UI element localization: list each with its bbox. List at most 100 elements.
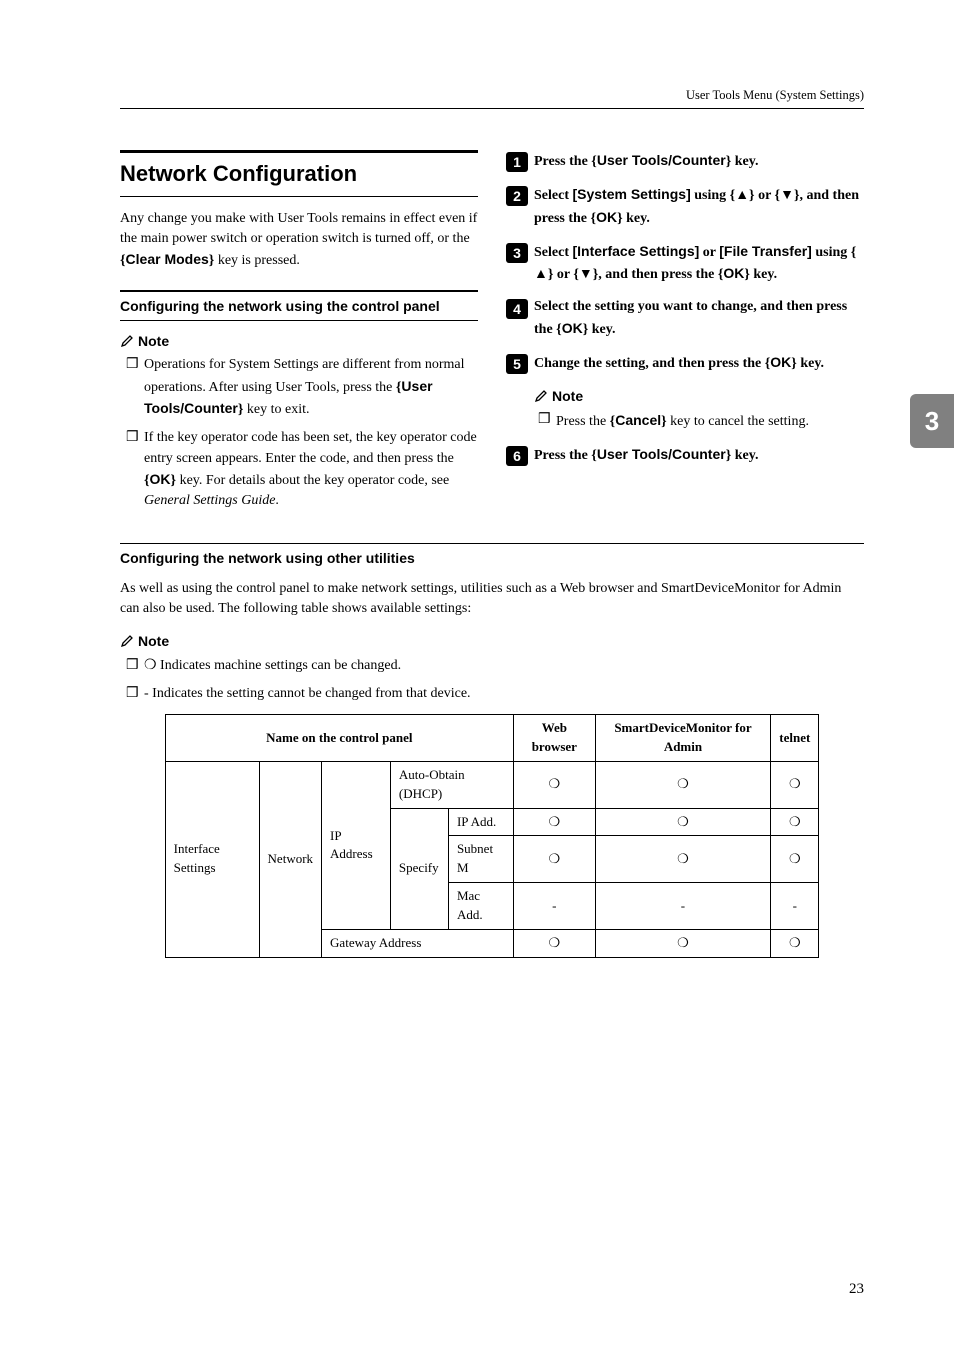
s3-b1: [Interface Settings] — [572, 243, 699, 259]
page-number: 23 — [849, 1279, 864, 1301]
down-arrow-icon-2: ▼ — [579, 263, 593, 283]
intro-paragraph: Any change you make with User Tools rema… — [120, 209, 478, 272]
note1-text2: key to exit. — [243, 402, 309, 417]
s5-ok: OK — [770, 354, 791, 370]
s6-t2: key. — [731, 448, 758, 463]
s2-ok: OK — [596, 209, 617, 225]
th-web: Web browser — [514, 715, 596, 762]
r5-web: ❍ — [514, 929, 596, 957]
s3-t1: Select — [534, 245, 572, 260]
lower-note-label: Note — [138, 633, 169, 649]
s2-t5: key. — [623, 211, 650, 226]
r2-sdm: ❍ — [595, 808, 771, 836]
r1-tel: ❍ — [771, 761, 819, 808]
down-arrow-icon: ▼ — [780, 184, 794, 204]
cell-ipadd: IP Add. — [448, 808, 513, 836]
lower-note-2: ❒- Indicates the setting cannot be chang… — [120, 684, 864, 704]
up-arrow-icon-2: ▲ — [534, 263, 548, 283]
lower-note-1: ❒❍ Indicates machine settings can be cha… — [120, 656, 864, 676]
intro-text-1: Any change you make with User Tools rema… — [120, 211, 477, 246]
step-1: 1 Press the {User Tools/Counter} key. — [506, 150, 864, 172]
s3-t6: key. — [750, 267, 777, 282]
r1-web: ❍ — [514, 761, 596, 808]
th-sdm: SmartDeviceMonitor for Admin — [595, 715, 771, 762]
note-item-2: ❒ If the key operator code has been set,… — [120, 428, 478, 511]
cell-spec: Specify — [390, 808, 448, 929]
note2-text2: key. For details about the key operator … — [176, 473, 449, 488]
lower-note-head: Note — [120, 631, 864, 651]
s5n-t2: key to cancel the setting. — [667, 414, 809, 429]
cell-iface: Interface Settings — [165, 761, 259, 957]
pencil-icon-2 — [534, 389, 548, 403]
cell-ip: IP Address — [322, 761, 391, 929]
r3-sdm: ❍ — [595, 836, 771, 883]
step5-note: Note ❒ Press the {Cancel} key to cancel … — [534, 386, 864, 432]
lower-para: As well as using the control panel to ma… — [120, 579, 864, 620]
step-6: 6 Press the {User Tools/Counter} key. — [506, 444, 864, 466]
r3-tel: ❍ — [771, 836, 819, 883]
guide-ref: General Settings Guide — [144, 493, 275, 508]
s5-t2: key. — [797, 356, 824, 371]
step-2: 2 Select [System Settings] using {▲} or … — [506, 184, 864, 229]
table-row: Interface Settings Network IP Address Au… — [165, 761, 819, 808]
step-num-3: 3 — [506, 243, 528, 263]
s2-t1: Select — [534, 188, 572, 203]
cell-gw: Gateway Address — [322, 929, 514, 957]
s3-t2: or — [699, 245, 719, 260]
intro-text-2: key is pressed. — [214, 253, 300, 268]
s2-t2: using — [691, 188, 730, 203]
r1-sdm: ❍ — [595, 761, 771, 808]
step-3: 3 Select [Interface Settings] or [File T… — [506, 241, 864, 286]
cell-net: Network — [259, 761, 322, 957]
subsection-title: Configuring the network using the contro… — [120, 290, 478, 321]
s3-b2: [File Transfer] — [719, 243, 812, 259]
right-column: 1 Press the {User Tools/Counter} key. 2 … — [506, 150, 864, 519]
section-title: Network Configuration — [120, 150, 478, 197]
step-num-1: 1 — [506, 152, 528, 172]
step-num-2: 2 — [506, 186, 528, 206]
ln2: - Indicates the setting cannot be change… — [144, 684, 864, 704]
s4-t2: key. — [588, 322, 615, 337]
pencil-icon-3 — [120, 634, 134, 648]
r5-tel: ❍ — [771, 929, 819, 957]
cell-auto: Auto-Obtain (DHCP) — [390, 761, 513, 808]
lower-subtitle: Configuring the network using other util… — [120, 543, 864, 568]
cell-mac: Mac Add. — [448, 883, 513, 930]
s5-t1: Change the setting, and then press the — [534, 356, 765, 371]
left-column: Network Configuration Any change you mak… — [120, 150, 478, 519]
s2-bold: [System Settings] — [572, 186, 690, 202]
r4-tel: - — [771, 883, 819, 930]
r5-sdm: ❍ — [595, 929, 771, 957]
note2-text1: If the key operator code has been set, t… — [144, 430, 477, 465]
note-list: ❒ Operations for System Settings are dif… — [120, 355, 478, 511]
step-num-5: 5 — [506, 354, 528, 374]
s3-t4: or — [553, 267, 573, 282]
step-num-6: 6 — [506, 446, 528, 466]
s3-ok: OK — [723, 265, 744, 281]
step-num-4: 4 — [506, 299, 528, 319]
s1-key: User Tools/Counter — [597, 152, 726, 168]
s1-t1: Press the — [534, 154, 591, 169]
running-header: User Tools Menu (System Settings) — [686, 86, 864, 104]
s3-t5: , and then press the — [598, 267, 718, 282]
cancel-key: Cancel — [615, 412, 661, 428]
lower-note-list: ❒❍ Indicates machine settings can be cha… — [120, 656, 864, 705]
th-name: Name on the control panel — [165, 715, 513, 762]
step5-note-head: Note — [534, 386, 864, 406]
ln1: ❍ Indicates machine settings can be chan… — [144, 656, 864, 676]
s3-t3: using — [812, 245, 851, 260]
s5n-t1: Press the — [556, 414, 610, 429]
th-telnet: telnet — [771, 715, 819, 762]
step-4: 4 Select the setting you want to change,… — [506, 297, 864, 340]
header-rule — [120, 108, 864, 109]
note-item-1: ❒ Operations for System Settings are dif… — [120, 355, 478, 420]
up-arrow-icon: ▲ — [735, 184, 749, 204]
r4-web: - — [514, 883, 596, 930]
cell-subnet: Subnet M — [448, 836, 513, 883]
step5-note-item: ❒ Press the {Cancel} key to cancel the s… — [538, 410, 864, 432]
note2-text3: . — [275, 493, 279, 508]
pencil-icon — [120, 334, 134, 348]
r2-tel: ❍ — [771, 808, 819, 836]
settings-table: Name on the control panel Web browser Sm… — [165, 714, 820, 957]
note-heading: Note — [120, 331, 478, 351]
